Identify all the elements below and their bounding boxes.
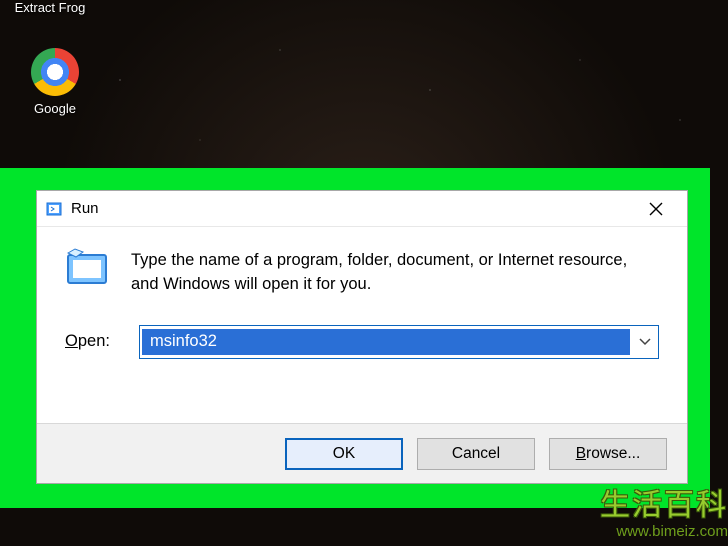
close-icon xyxy=(649,202,663,216)
close-button[interactable] xyxy=(633,193,679,225)
desktop-icon-label: Extract Frog xyxy=(15,0,86,15)
dialog-title: Run xyxy=(71,200,99,217)
open-combobox[interactable] xyxy=(139,325,659,359)
titlebar[interactable]: Run xyxy=(37,191,687,227)
browse-button[interactable]: Browse... xyxy=(549,438,667,470)
desktop-icon-chrome[interactable]: Google xyxy=(15,48,95,116)
open-input[interactable] xyxy=(142,329,630,355)
desktop-icon-extract-frog[interactable]: Extract Frog xyxy=(10,0,90,15)
run-large-icon xyxy=(65,247,109,291)
cancel-button[interactable]: Cancel xyxy=(417,438,535,470)
desktop-icon-label: Google xyxy=(34,101,76,116)
chrome-icon xyxy=(31,48,79,96)
run-dialog: Run Type the name of a program, folder, … xyxy=(36,190,688,484)
dialog-description: Type the name of a program, folder, docu… xyxy=(131,247,659,297)
chevron-down-icon[interactable] xyxy=(632,326,658,358)
open-label: Open: xyxy=(65,332,117,351)
run-app-icon xyxy=(45,200,63,218)
highlight-frame: Run Type the name of a program, folder, … xyxy=(0,168,710,508)
ok-button[interactable]: OK xyxy=(285,438,403,470)
button-bar: OK Cancel Browse... xyxy=(37,423,687,483)
